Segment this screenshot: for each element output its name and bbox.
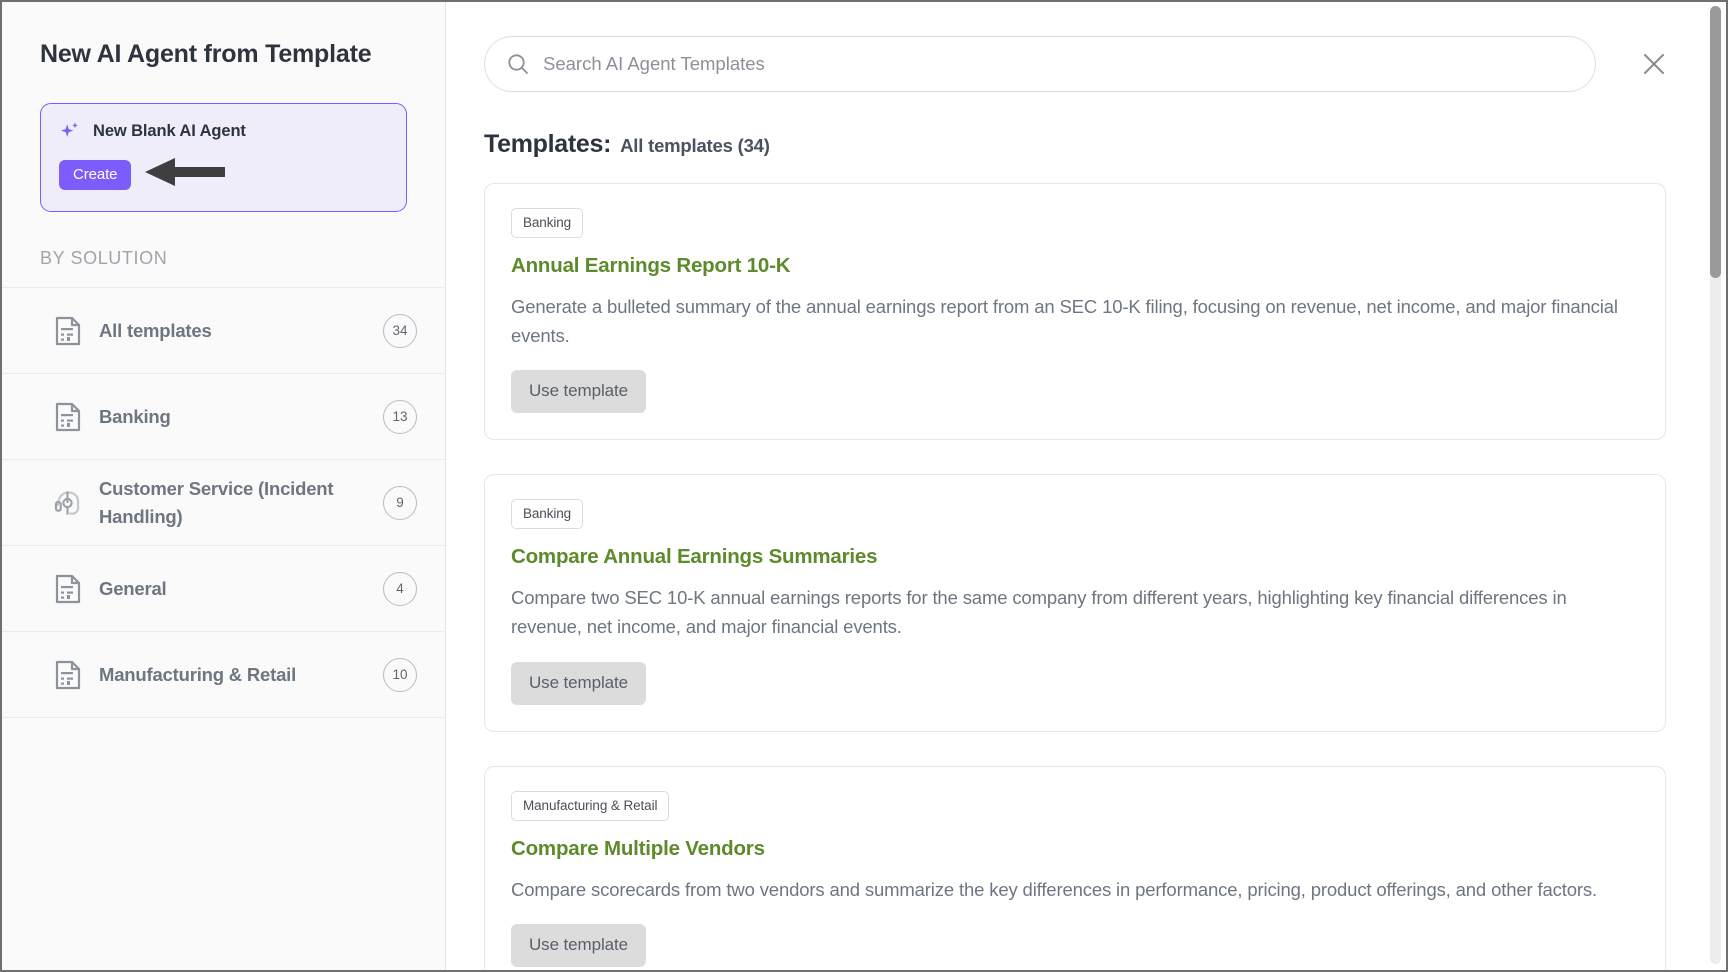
template-description: Compare two SEC 10-K annual earnings rep… — [511, 587, 1567, 638]
template-tag: Manufacturing & Retail — [511, 790, 670, 821]
sidebar-item-label: All templates — [99, 319, 212, 341]
sidebar-item-count: 4 — [383, 571, 417, 606]
use-template-button[interactable]: Use template — [511, 370, 646, 414]
create-button[interactable]: Create — [59, 159, 132, 190]
document-report-icon — [54, 660, 81, 690]
new-blank-ai-agent-label: New Blank AI Agent — [93, 121, 246, 140]
scrollbar-thumb[interactable] — [1710, 6, 1721, 278]
sidebar-item-label: Manufacturing & Retail — [99, 663, 297, 685]
sidebar-item-manufacturing-retail[interactable]: Manufacturing & Retail 10 — [2, 632, 445, 718]
sidebar-item-label: General — [99, 577, 167, 599]
template-card-list: Banking Annual Earnings Report 10-K Gene… — [446, 159, 1726, 970]
templates-heading: Templates: All templates (34) — [446, 92, 1726, 159]
page-title: New AI Agent from Template — [40, 40, 372, 68]
close-icon[interactable] — [1636, 46, 1672, 82]
new-blank-ai-agent-card[interactable]: New Blank AI Agent Create — [40, 103, 407, 212]
main-content: Templates: All templates (34) Banking An… — [446, 2, 1726, 970]
headset-agent-icon — [54, 488, 81, 518]
document-report-icon — [54, 402, 81, 432]
create-row: Create — [59, 156, 388, 193]
template-tag: Banking — [511, 499, 584, 530]
templates-heading-strong: Templates: — [484, 130, 612, 158]
sidebar-item-count: 13 — [383, 399, 417, 434]
sparkle-icon — [59, 120, 81, 142]
use-template-button[interactable]: Use template — [511, 661, 646, 705]
sidebar-item-general[interactable]: General 4 — [2, 546, 445, 632]
search-icon — [507, 53, 529, 75]
template-picker-window: New AI Agent from Template New Blank AI … — [0, 0, 1728, 972]
template-tag: Banking — [511, 208, 584, 238]
search-row — [446, 36, 1726, 92]
sidebar-item-all-templates[interactable]: All templates 34 — [2, 288, 445, 374]
sidebar-item-banking[interactable]: Banking 13 — [2, 374, 445, 460]
sidebar-nav-list: All templates 34 Banking 13 Customer Ser… — [2, 287, 445, 718]
use-template-button[interactable]: Use template — [511, 924, 646, 968]
template-title[interactable]: Compare Multiple Vendors — [511, 837, 1639, 861]
template-description: Generate a bulleted summary of the annua… — [511, 296, 1618, 346]
sidebar-item-customer-service[interactable]: Customer Service (Incident Handling) 9 — [2, 460, 445, 546]
sidebar-item-count: 34 — [383, 313, 417, 348]
pointer-arrow-annotation — [143, 156, 227, 193]
sidebar-item-count: 9 — [383, 485, 417, 520]
template-card[interactable]: Banking Compare Annual Earnings Summarie… — [484, 474, 1666, 732]
search-input[interactable] — [543, 53, 1573, 75]
document-report-icon — [54, 316, 81, 346]
sidebar-item-count: 10 — [383, 657, 417, 692]
search-box[interactable] — [484, 36, 1596, 92]
sidebar-item-label: Customer Service (Incident Handling) — [99, 477, 334, 527]
templates-heading-sub: All templates (34) — [620, 135, 770, 156]
template-title[interactable]: Annual Earnings Report 10-K — [511, 254, 1639, 278]
scrollbar-track[interactable] — [1710, 6, 1721, 964]
sidebar-section-label: BY SOLUTION — [40, 248, 168, 268]
main-panel: Templates: All templates (34) Banking An… — [446, 2, 1726, 970]
template-card[interactable]: Banking Annual Earnings Report 10-K Gene… — [484, 183, 1666, 441]
sidebar-item-label: Banking — [99, 405, 171, 427]
sidebar: New AI Agent from Template New Blank AI … — [2, 2, 446, 970]
new-blank-ai-agent-header: New Blank AI Agent — [59, 120, 388, 142]
document-report-icon — [54, 574, 81, 604]
template-title[interactable]: Compare Annual Earnings Summaries — [511, 545, 1639, 569]
template-description: Compare scorecards from two vendors and … — [511, 878, 1597, 900]
template-card[interactable]: Manufacturing & Retail Compare Multiple … — [484, 765, 1666, 970]
